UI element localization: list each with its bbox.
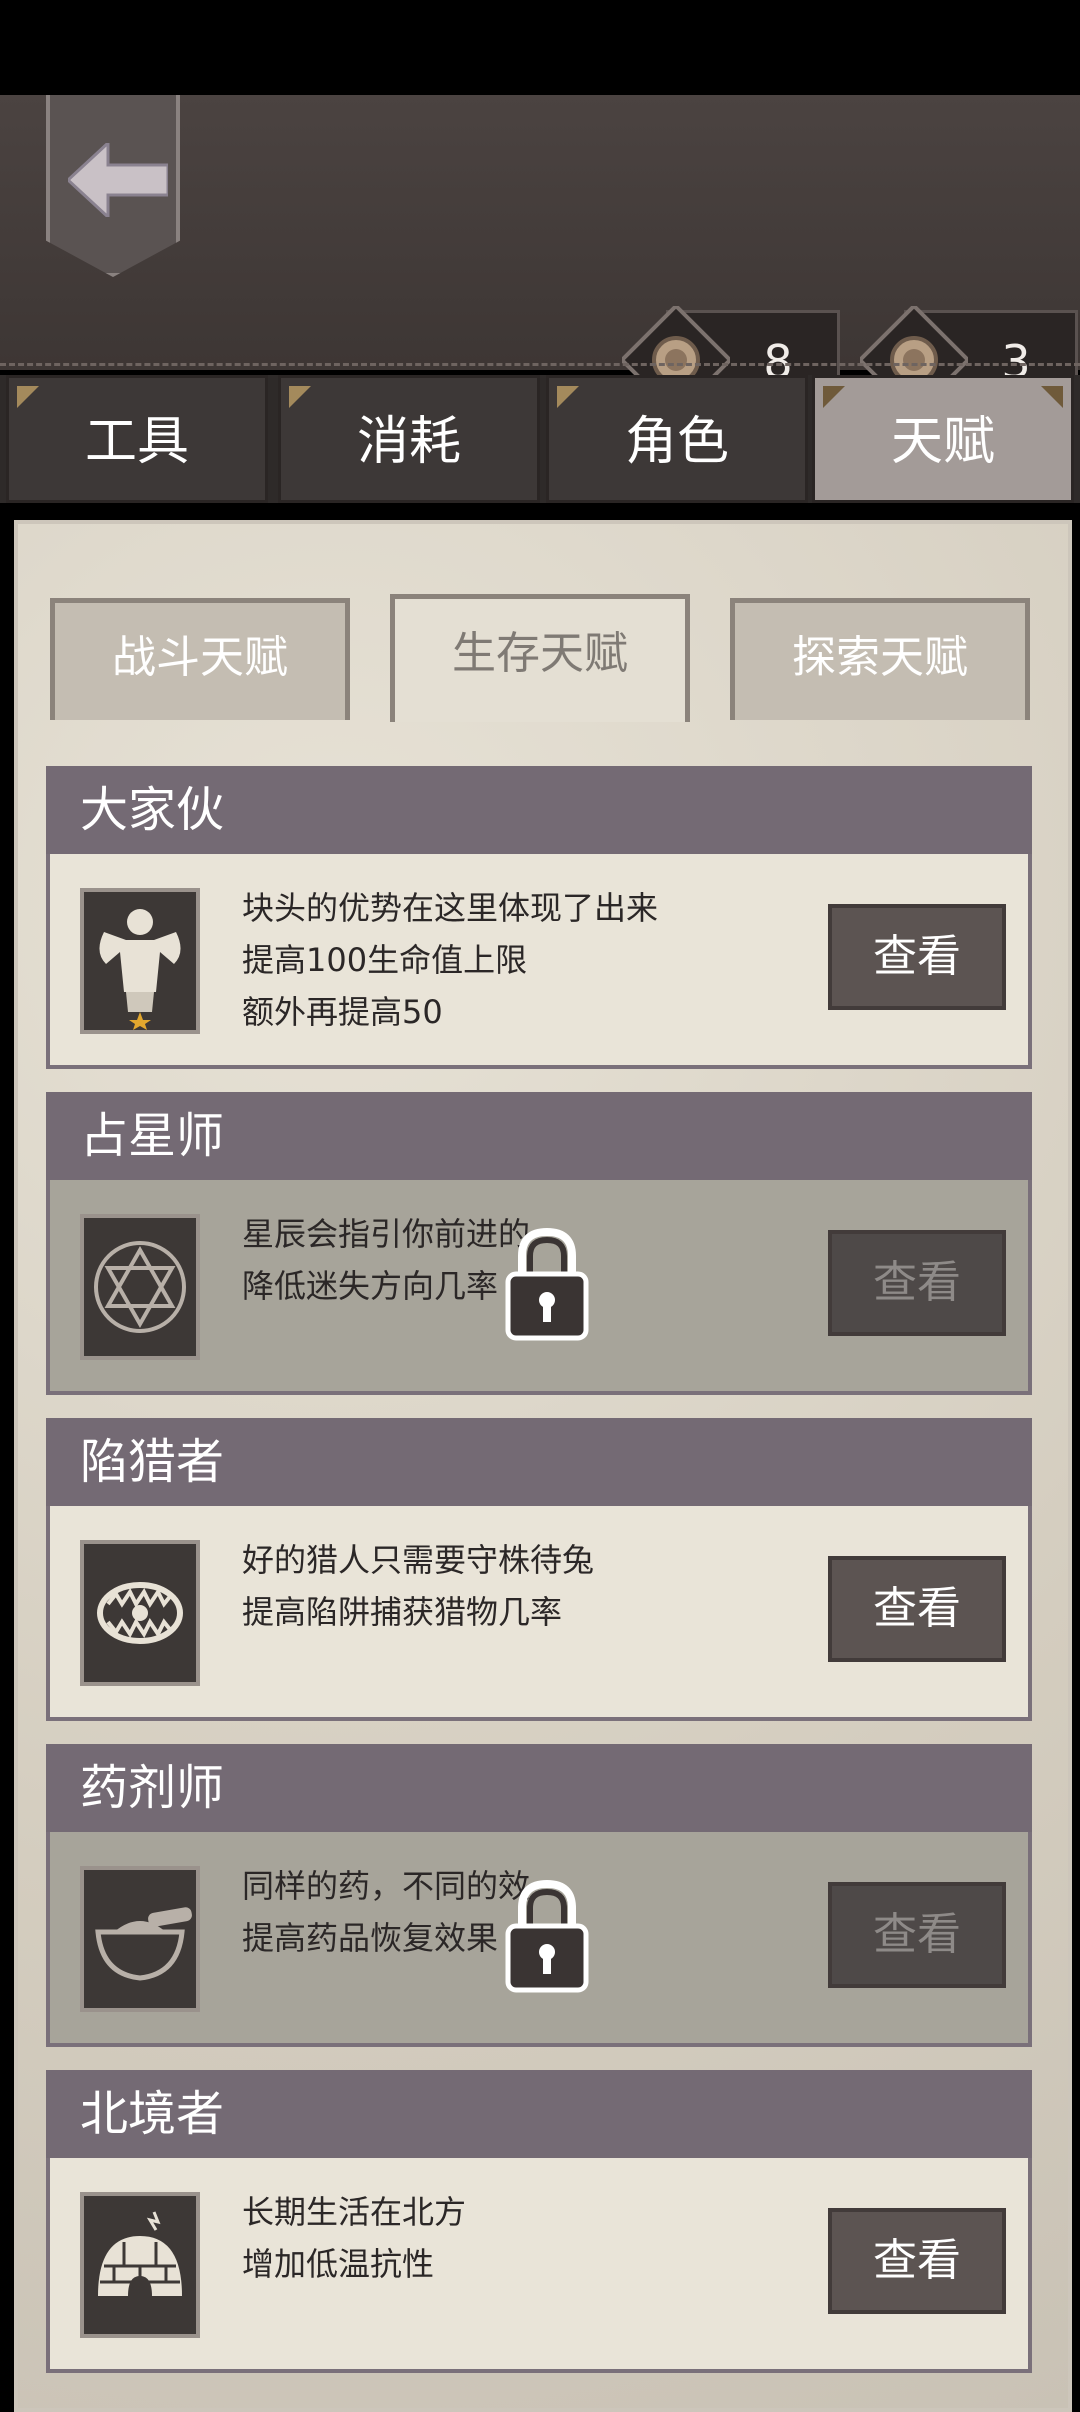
lock-icon [505, 1879, 589, 1993]
talent-title: 药剂师 [46, 1744, 1032, 1832]
description-line: 块头的优势在这里体现了出来 [242, 889, 659, 927]
description-line: 星辰会指引你前进的 [242, 1215, 531, 1253]
talent-body: 同样的药，不同的效 提高药品恢复效果 查看 [46, 1832, 1032, 2047]
description-line: 好的猎人只需要守株待兔 [242, 1541, 595, 1579]
talent-icon-frame [80, 2192, 200, 2338]
talent-description: 块头的优势在这里体现了出来 提高100生命值上限 额外再提高50 [242, 882, 658, 1038]
talent-description: 好的猎人只需要守株待兔 提高陷阱捕获猎物几率 [242, 1534, 594, 1638]
talent-title: 陷猎者 [46, 1418, 1032, 1506]
view-button[interactable]: 查看 [828, 1230, 1006, 1336]
talent-description: 同样的药，不同的效 提高药品恢复效果 [242, 1860, 530, 1964]
corner-ornament-icon [823, 386, 845, 408]
talent-body: 块头的优势在这里体现了出来 提高100生命值上限 额外再提高50 查看 [46, 854, 1032, 1069]
talent-icon-frame [80, 1540, 200, 1686]
view-button[interactable]: 查看 [828, 904, 1006, 1010]
talent-card: 大家伙 块头的优势在这里体现了出来 提高100生命值上限 额外再提高50 查看 [46, 766, 1032, 1069]
mortar-pestle-icon [95, 1907, 192, 1981]
bear-trap-icon [97, 1582, 183, 1644]
talent-description: 长期生活在北方 增加低温抗性 [242, 2186, 466, 2290]
view-button[interactable]: 查看 [828, 2208, 1006, 2314]
subtab-combat[interactable]: 战斗天赋 [50, 598, 350, 720]
talent-title: 北境者 [46, 2070, 1032, 2158]
subtab-survival[interactable]: 生存天赋 [390, 594, 690, 722]
description-line: 提高药品恢复效果 [242, 1919, 499, 1957]
view-button[interactable]: 查看 [828, 1882, 1006, 1988]
hexagram-icon [94, 1241, 186, 1333]
talent-card: 北境者 长期生活在北方 增加低温抗性 查看 [46, 2070, 1032, 2373]
talent-icon-frame [80, 888, 200, 1034]
description-line: 长期生活在北方 [242, 2193, 467, 2231]
talent-icon-frame [80, 1214, 200, 1360]
tab-consumables[interactable]: 消耗 [278, 375, 540, 503]
talent-body: 好的猎人只需要守株待兔 提高陷阱捕获猎物几率 查看 [46, 1506, 1032, 1721]
tab-talents[interactable]: 天赋 [812, 375, 1074, 503]
talent-icon-frame [80, 1866, 200, 2012]
talent-title: 占星师 [46, 1092, 1032, 1180]
tab-tools[interactable]: 工具 [6, 375, 268, 503]
tab-label: 工具 [84, 412, 189, 472]
corner-ornament-icon [17, 386, 39, 408]
talent-body: 星辰会指引你前进的 降低迷失方向几率 查看 [46, 1180, 1032, 1395]
talent-card: 占星师 星辰会指引你前进的 降低迷失方向几率 查看 [46, 1092, 1032, 1395]
view-button[interactable]: 查看 [828, 1556, 1006, 1662]
category-tabs: 工具 消耗 角色 天赋 [0, 375, 1080, 503]
subtab-explore[interactable]: 探索天赋 [730, 598, 1030, 720]
talent-title: 大家伙 [46, 766, 1032, 854]
description-line: 提高陷阱捕获猎物几率 [242, 1593, 563, 1631]
corner-ornament-icon [1041, 386, 1063, 408]
description-line: 额外再提高50 [242, 993, 443, 1031]
description-line: 同样的药，不同的效 [242, 1867, 531, 1905]
description-line: 降低迷失方向几率 [242, 1267, 499, 1305]
back-button[interactable] [46, 95, 180, 277]
tab-label: 角色 [624, 412, 729, 472]
description-line: 提高100生命值上限 [242, 941, 528, 979]
lock-icon [505, 1227, 589, 1341]
corner-ornament-icon [289, 386, 311, 408]
tab-characters[interactable]: 角色 [546, 375, 808, 503]
status-bar [0, 0, 1080, 95]
igloo-icon [98, 2211, 182, 2296]
corner-ornament-icon [557, 386, 579, 408]
talent-card: 药剂师 同样的药，不同的效 提高药品恢复效果 查看 [46, 1744, 1032, 2047]
top-header: 8 3 [0, 95, 1080, 414]
tab-label: 天赋 [890, 412, 995, 472]
talent-description: 星辰会指引你前进的 降低迷失方向几率 [242, 1208, 530, 1312]
description-line: 增加低温抗性 [242, 2245, 435, 2283]
back-arrow-icon [68, 143, 168, 217]
talent-body: 长期生活在北方 增加低温抗性 查看 [46, 2158, 1032, 2373]
tab-label: 消耗 [356, 412, 461, 472]
muscle-man-icon [99, 909, 181, 1030]
talent-card: 陷猎者 好的猎人只需要守株待兔 提高陷阱捕获猎物几率 查看 [46, 1418, 1032, 1721]
